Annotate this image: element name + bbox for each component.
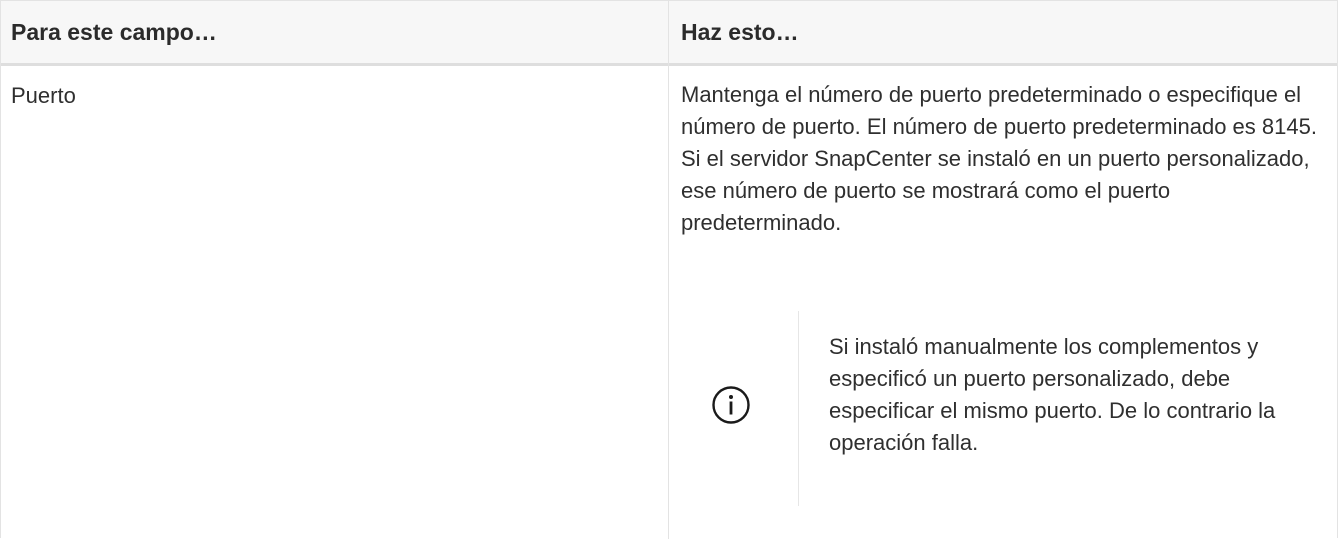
note-admonition: Si instaló manualmente los complementos … xyxy=(681,311,1321,506)
row-action-description: Mantenga el número de puerto predetermin… xyxy=(681,82,1317,235)
note-divider xyxy=(798,311,799,506)
row-field-name: Puerto xyxy=(11,83,76,108)
header-field-column: Para este campo… xyxy=(11,19,217,45)
note-text: Si instaló manualmente los complementos … xyxy=(829,334,1276,455)
table-header-row: Para este campo… Haz esto… xyxy=(1,1,1337,66)
info-circle-icon xyxy=(711,385,751,425)
parameters-table: Para este campo… Haz esto… Puerto Manten… xyxy=(0,0,1338,539)
header-action-column: Haz esto… xyxy=(681,19,799,45)
column-divider xyxy=(668,1,669,539)
